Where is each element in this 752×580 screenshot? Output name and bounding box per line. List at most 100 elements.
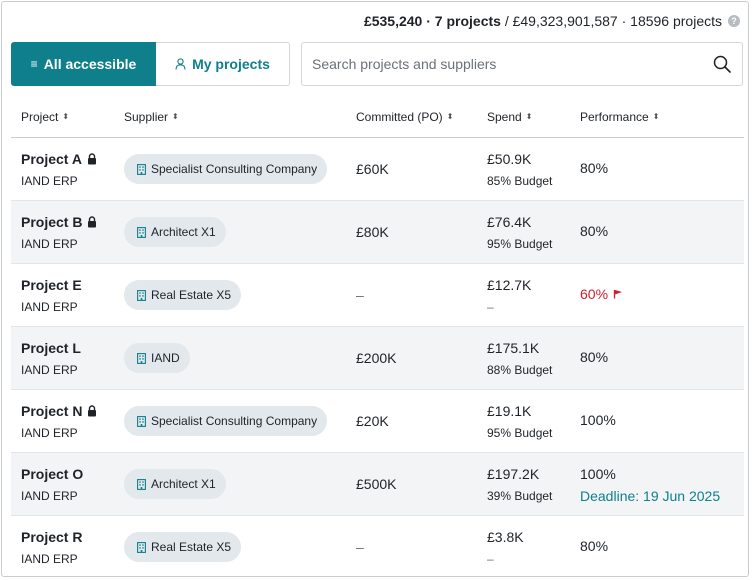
spend-value: £3.8K <box>487 529 524 545</box>
table-row[interactable]: Project R IAND ERP Real Estate X5 – £3.8K – 80… <box>11 516 744 576</box>
summary-total: / £49,323,901,587 · 18596 projects <box>504 13 722 29</box>
my-projects-button[interactable]: My projects <box>156 42 290 86</box>
building-icon <box>137 541 146 553</box>
performance-cell: 60% <box>580 264 740 326</box>
performance-value: 80% <box>580 160 609 176</box>
table-row[interactable]: Project O IAND ERP Architect X1 £500K £197.2… <box>11 453 744 516</box>
spend-budget: – <box>487 552 494 566</box>
spend-value: £175.1K <box>487 340 540 356</box>
supplier-chip[interactable]: Architect X1 <box>124 217 226 247</box>
performance-value: 80% <box>580 538 609 554</box>
project-org: IAND ERP <box>21 300 78 314</box>
summary-separator: · <box>422 13 435 29</box>
table-row[interactable]: Project B IAND ERP Architect X1 £80K £76.4K 9… <box>11 201 744 264</box>
deadline-text: Deadline: 19 Jun 2025 <box>580 488 721 504</box>
project-org: IAND ERP <box>21 237 78 251</box>
project-name[interactable]: Project R <box>21 529 82 545</box>
committed-value: £80K <box>356 224 389 240</box>
lock-icon <box>88 405 97 417</box>
supplier-cell: Real Estate X5 <box>124 264 352 326</box>
all-accessible-label: All accessible <box>43 56 137 72</box>
performance-value: 80% <box>580 223 609 239</box>
committed-value: £500K <box>356 476 397 492</box>
all-accessible-button[interactable]: ≡ All accessible <box>11 42 156 86</box>
project-name[interactable]: Project B <box>21 214 97 230</box>
building-icon <box>137 163 146 175</box>
committed-value: £200K <box>356 350 397 366</box>
supplier-cell: Architect X1 <box>124 201 352 263</box>
sort-icon: ⬍ <box>525 112 533 121</box>
column-header-spend[interactable]: Spend ⬍ <box>487 98 532 136</box>
spend-value: £197.2K <box>487 466 540 482</box>
project-org: IAND ERP <box>21 174 78 188</box>
spend-budget: 85% Budget <box>487 174 553 188</box>
supplier-chip[interactable]: Real Estate X5 <box>124 532 242 562</box>
supplier-chip[interactable]: Specialist Consulting Company <box>124 406 328 436</box>
project-name[interactable]: Project N <box>21 403 97 419</box>
person-icon <box>175 58 186 70</box>
project-cell: Project A IAND ERP <box>21 138 121 200</box>
project-name[interactable]: Project A <box>21 151 97 167</box>
flag-icon <box>613 290 623 299</box>
spend-value: £12.7K <box>487 277 532 293</box>
help-icon[interactable]: ? <box>728 15 740 27</box>
summary-bar: £535,240 · 7 projects / £49,323,901,587 … <box>364 10 740 32</box>
table-row[interactable]: Project L IAND ERP IAND £200K £175.1K 88% Bud… <box>11 327 744 390</box>
spend-cell: £175.1K 88% Budget <box>487 327 577 389</box>
spend-value: £76.4K <box>487 214 532 230</box>
spend-budget: 95% Budget <box>487 237 553 251</box>
spend-cell: £19.1K 95% Budget <box>487 390 577 452</box>
list-icon: ≡ <box>30 57 38 71</box>
table-row[interactable]: Project N IAND ERP Specialist Consulting C… <box>11 390 744 453</box>
supplier-chip[interactable]: Real Estate X5 <box>124 280 242 310</box>
spend-cell: £197.2K 39% Budget <box>487 453 577 515</box>
sort-icon: ⬍ <box>446 112 454 121</box>
search-icon[interactable] <box>712 54 732 74</box>
performance-cell: 100% <box>580 390 740 452</box>
spend-value: £50.9K <box>487 151 532 167</box>
spend-budget: 88% Budget <box>487 363 553 377</box>
sort-icon: ⬍ <box>62 112 70 121</box>
table-header: Project ⬍ Supplier ⬍ Committed (PO) ⬍ Spend… <box>11 98 744 138</box>
summary-projects: 7 projects <box>434 13 501 29</box>
building-icon <box>137 478 146 490</box>
project-cell: Project L IAND ERP <box>21 327 121 389</box>
supplier-chip[interactable]: Architect X1 <box>124 469 226 499</box>
project-cell: Project O IAND ERP <box>21 453 121 515</box>
performance-value: 60% <box>580 286 623 302</box>
project-org: IAND ERP <box>21 363 78 377</box>
performance-cell: 80% <box>580 138 740 200</box>
project-cell: Project E IAND ERP <box>21 264 121 326</box>
supplier-cell: Real Estate X5 <box>124 516 352 576</box>
project-name[interactable]: Project L <box>21 340 81 356</box>
project-cell: Project R IAND ERP <box>21 516 121 576</box>
search-input[interactable] <box>302 56 712 72</box>
spend-cell: £76.4K 95% Budget <box>487 201 577 263</box>
spend-budget: 95% Budget <box>487 426 553 440</box>
performance-cell: 80% <box>580 327 740 389</box>
building-icon <box>137 289 146 301</box>
performance-value: 100% <box>580 466 616 482</box>
supplier-chip[interactable]: Specialist Consulting Company <box>124 154 328 184</box>
performance-cell: 80% <box>580 201 740 263</box>
project-name[interactable]: Project O <box>21 466 83 482</box>
column-header-performance[interactable]: Performance ⬍ <box>580 98 659 136</box>
committed-value: £20K <box>356 413 389 429</box>
project-name[interactable]: Project E <box>21 277 82 293</box>
performance-value: 100% <box>580 412 616 428</box>
column-header-project[interactable]: Project ⬍ <box>21 98 69 136</box>
table-row[interactable]: Project A IAND ERP Specialist Consulting C… <box>11 138 744 201</box>
search-box <box>301 42 743 86</box>
column-header-committed[interactable]: Committed (PO) ⬍ <box>356 98 453 136</box>
project-cell: Project B IAND ERP <box>21 201 121 263</box>
project-org: IAND ERP <box>21 552 78 566</box>
project-org: IAND ERP <box>21 489 78 503</box>
table-row[interactable]: Project E IAND ERP Real Estate X5 – £12.7K – 6… <box>11 264 744 327</box>
spend-cell: £3.8K – <box>487 516 577 576</box>
column-header-supplier[interactable]: Supplier ⬍ <box>124 98 179 136</box>
summary-amount: £535,240 <box>363 13 423 29</box>
supplier-chip[interactable]: IAND <box>124 343 190 373</box>
my-projects-label: My projects <box>192 56 270 72</box>
performance-value: 80% <box>580 349 609 365</box>
project-cell: Project N IAND ERP <box>21 390 121 452</box>
